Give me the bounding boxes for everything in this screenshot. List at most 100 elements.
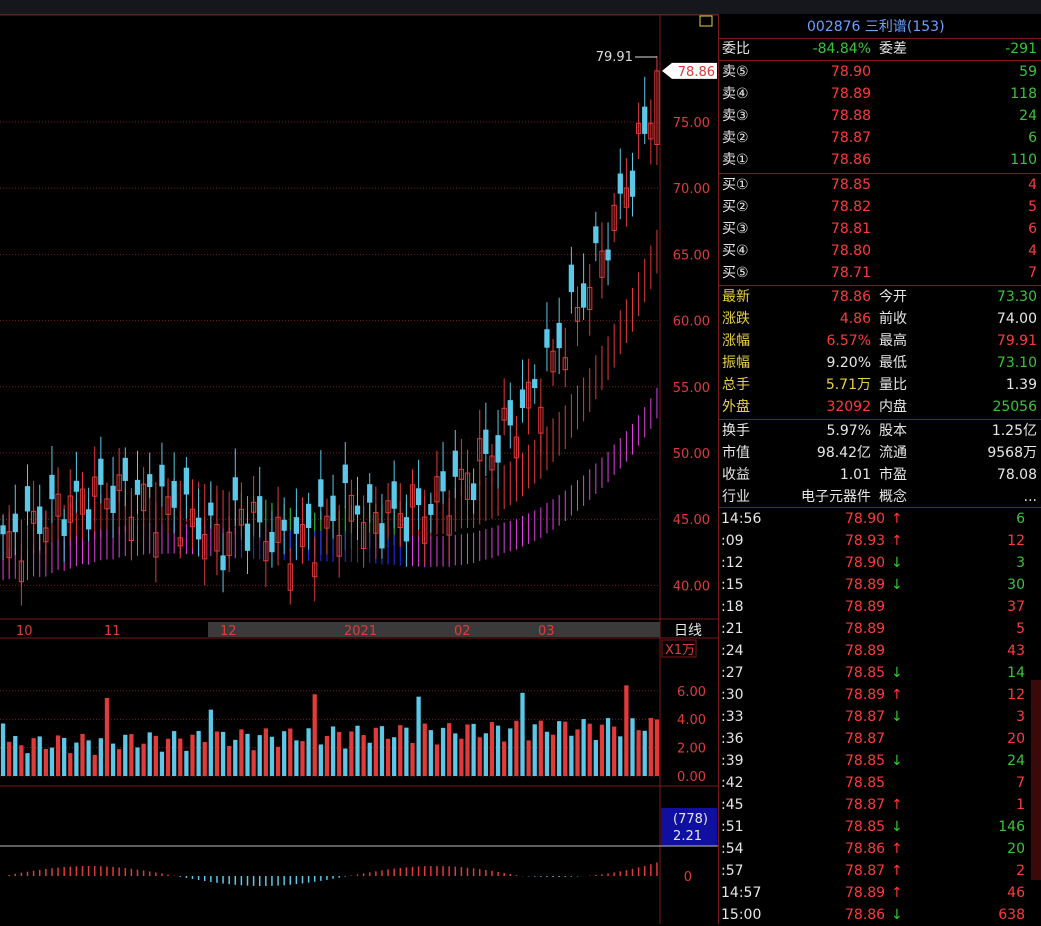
candle-body bbox=[305, 503, 312, 529]
kline-chart-area[interactable]: 75.00 70.00 65.00 60.00 55.00 50.00 45.00 40.00… bbox=[0, 14, 718, 924]
candle-body bbox=[61, 519, 67, 536]
quote-value: 25056 bbox=[992, 399, 1037, 415]
candle-body bbox=[367, 484, 373, 503]
kline-chart-svg[interactable]: 75.00 70.00 65.00 60.00 55.00 50.00 45.00 40.00… bbox=[0, 14, 718, 924]
volume-bar bbox=[86, 740, 91, 776]
candle-body bbox=[183, 467, 190, 495]
buy-level-label: 买③ bbox=[722, 221, 749, 237]
tick-volume: 46 bbox=[1007, 885, 1025, 901]
tick-volume: 5 bbox=[1016, 621, 1025, 637]
sell-level-label: 卖③ bbox=[722, 108, 749, 124]
period-label: 日线 bbox=[674, 623, 702, 639]
sell-volume: 118 bbox=[1010, 86, 1037, 102]
moving-average-bands bbox=[2, 229, 658, 586]
stat-row: 市值 98.42亿 流通 9568万 bbox=[719, 442, 1041, 464]
quote-label: 今开 bbox=[879, 289, 907, 305]
volume-bar bbox=[178, 738, 183, 776]
candle-body bbox=[122, 457, 128, 481]
tick-time: :21 bbox=[721, 621, 744, 637]
tick-volume: 14 bbox=[1007, 665, 1025, 681]
volume-bar bbox=[483, 733, 488, 776]
candle-body bbox=[605, 249, 611, 261]
tick-price: 78.85 bbox=[845, 775, 886, 791]
quote-value: 73.30 bbox=[996, 289, 1037, 305]
volume-axis-label: 0.00 bbox=[677, 770, 706, 785]
stat-value: 电子元器件 bbox=[801, 489, 871, 505]
volume-bar bbox=[172, 731, 177, 776]
tick-direction-arrow: ↓ bbox=[891, 819, 903, 835]
volume-bar bbox=[141, 743, 146, 776]
sell-level-label: 卖④ bbox=[722, 86, 749, 102]
tick-direction-arrow: ↑ bbox=[891, 863, 903, 879]
stat-row: 收益 1.01 市盈 78.08 bbox=[719, 464, 1041, 486]
buy-row[interactable]: 买④ 78.80 4 bbox=[719, 240, 1041, 262]
candle-body bbox=[532, 379, 538, 389]
tick-price: 78.89 bbox=[845, 885, 886, 901]
month-axis-label: 2021 bbox=[344, 624, 377, 639]
quote-value: 9.20% bbox=[826, 355, 871, 371]
buy-row[interactable]: 买③ 78.81 6 bbox=[719, 218, 1041, 240]
quote-value: 32092 bbox=[826, 399, 871, 415]
tick-row: :09 78.93 ↑ 12 bbox=[719, 530, 1041, 552]
sell-row[interactable]: 卖② 78.87 6 bbox=[719, 127, 1041, 149]
volume-bar bbox=[477, 737, 482, 776]
volume-bar bbox=[453, 733, 458, 776]
stat-label: 概念 bbox=[879, 489, 907, 505]
buy-price: 78.81 bbox=[830, 221, 871, 237]
volume-bar bbox=[428, 730, 433, 776]
volume-bar bbox=[404, 727, 409, 776]
sell-row[interactable]: 卖① 78.86 110 bbox=[719, 149, 1041, 171]
volume-bar bbox=[630, 718, 635, 776]
sell-row[interactable]: 卖⑤ 78.90 59 bbox=[719, 61, 1041, 83]
tick-price: 78.86 bbox=[845, 907, 886, 923]
quote-label: 最新 bbox=[722, 289, 750, 305]
tick-direction-arrow: ↑ bbox=[891, 511, 903, 527]
price-axis-label: 70.00 bbox=[673, 182, 710, 197]
volume-bar bbox=[440, 727, 446, 776]
tick-row: :51 78.85 ↓ 146 bbox=[719, 816, 1041, 838]
quote-row: 最新 78.86 今开 73.30 bbox=[719, 286, 1041, 308]
volume-bar bbox=[563, 721, 568, 776]
volume-bar bbox=[489, 722, 495, 776]
high-annotation-label: 79.91 bbox=[596, 50, 633, 65]
volume-bar bbox=[233, 739, 238, 776]
tick-price: 78.89 bbox=[845, 599, 886, 615]
buy-row[interactable]: 买⑤ 78.71 7 bbox=[719, 262, 1041, 284]
buy-row[interactable]: 买② 78.82 5 bbox=[719, 196, 1041, 218]
quote-value: 73.10 bbox=[996, 355, 1037, 371]
volume-bar bbox=[642, 730, 647, 776]
tick-scrollbar[interactable] bbox=[1031, 680, 1041, 880]
buy-row[interactable]: 买① 78.85 4 bbox=[719, 174, 1041, 196]
volume-axis-label: 6.00 bbox=[677, 685, 706, 700]
volume-bar bbox=[263, 728, 268, 776]
tick-time: :24 bbox=[721, 643, 744, 659]
candle-body bbox=[379, 523, 385, 549]
volume-bar bbox=[624, 685, 629, 776]
tick-direction-arrow: ↑ bbox=[891, 687, 903, 703]
tick-volume: 20 bbox=[1007, 731, 1025, 747]
tick-row: 15:00 78.86 ↓ 638 bbox=[719, 904, 1041, 926]
candle-body bbox=[470, 483, 477, 501]
volume-bar bbox=[434, 744, 440, 776]
stat-value: ... bbox=[1023, 489, 1037, 505]
tick-row: :54 78.86 ↑ 20 bbox=[719, 838, 1041, 860]
volume-bar bbox=[636, 730, 641, 776]
candle-body bbox=[49, 474, 55, 500]
volume-bar bbox=[25, 753, 30, 776]
volume-bar bbox=[618, 736, 623, 776]
quote-value: 79.91 bbox=[996, 333, 1037, 349]
buy-volume: 5 bbox=[1028, 199, 1037, 215]
volume-bar bbox=[300, 741, 305, 776]
tick-price: 78.90 bbox=[845, 511, 886, 527]
sell-row[interactable]: 卖③ 78.88 24 bbox=[719, 105, 1041, 127]
volume-bar bbox=[324, 735, 330, 776]
sell-row[interactable]: 卖④ 78.89 118 bbox=[719, 83, 1041, 105]
candle-body bbox=[208, 502, 214, 516]
volume-bar bbox=[208, 709, 213, 776]
volume-bar bbox=[612, 726, 617, 776]
tick-volume: 6 bbox=[1016, 511, 1025, 527]
candle-body bbox=[159, 464, 165, 487]
tick-volume: 37 bbox=[1007, 599, 1025, 615]
stock-title: 002876 三利谱(153) bbox=[719, 16, 1041, 38]
tick-price: 78.90 bbox=[845, 555, 886, 571]
